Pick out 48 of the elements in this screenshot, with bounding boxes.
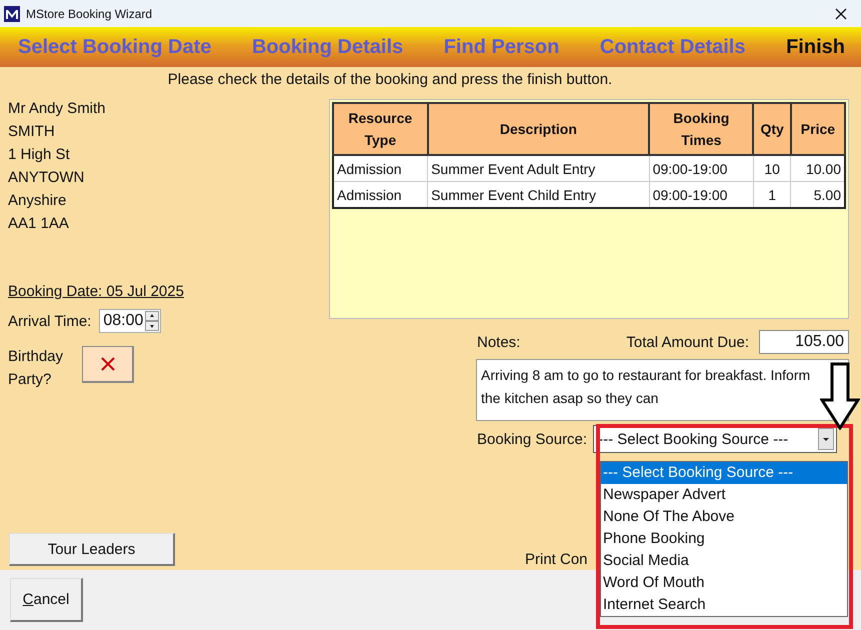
- cross-icon: [100, 356, 116, 372]
- table-cell: Summer Event Adult Entry: [428, 155, 650, 182]
- dropdown-option[interactable]: Internet Search: [601, 594, 847, 616]
- close-icon[interactable]: [835, 8, 847, 20]
- birthday-toggle[interactable]: [82, 346, 134, 382]
- spinner-arrows-icon[interactable]: [145, 311, 160, 331]
- table-cell: 09:00-19:00: [649, 155, 754, 182]
- total-label: Total Amount Due:: [626, 334, 749, 350]
- wizard-step: Find Person: [444, 36, 560, 58]
- dropdown-option[interactable]: Newspaper Advert: [601, 484, 847, 506]
- down-arrow-icon: [820, 362, 860, 430]
- dropdown-caret-icon[interactable]: [818, 428, 834, 450]
- column-header: Description: [428, 103, 650, 155]
- column-header: Qty: [753, 103, 791, 155]
- arrival-time-field[interactable]: 08:00: [99, 309, 162, 333]
- print-confirmation-label: Print Con: [525, 551, 588, 568]
- tour-leaders-button[interactable]: Tour Leaders: [9, 533, 175, 566]
- notes-field[interactable]: Arriving 8 am to go to restaurant for breakfast. Inform the kitchen asap so they can: [476, 359, 849, 421]
- address-line: ANYTOWN: [8, 168, 86, 188]
- dropdown-option[interactable]: None Of The Above: [601, 506, 847, 528]
- birthday-label: Birthday Party?: [8, 347, 64, 390]
- app-logo-icon: [4, 6, 20, 22]
- wizard-step: Select Booking Date: [18, 36, 212, 58]
- dropdown-option[interactable]: Phone Booking: [601, 528, 847, 550]
- column-header: Booking Times: [649, 103, 754, 155]
- address-line: Mr Andy Smith: [8, 99, 107, 119]
- column-header: Resource Type: [333, 103, 428, 155]
- booking-source-label: Booking Source:: [477, 430, 588, 448]
- window-title: MStore Booking Wizard: [26, 6, 154, 20]
- address-line: AA1 1AA: [8, 214, 70, 234]
- column-header: Price: [790, 103, 845, 155]
- booking-date: Booking Date: 05 Jul 2025: [8, 282, 184, 302]
- address-line: Anyshire: [8, 191, 68, 211]
- dropdown-option[interactable]: Word Of Mouth: [601, 572, 847, 594]
- table-cell: 10: [753, 155, 791, 182]
- dropdown-option[interactable]: --- Select Booking Source ---: [601, 462, 847, 484]
- dropdown-option[interactable]: Social Media: [601, 550, 847, 572]
- wizard-step: Finish: [786, 36, 845, 58]
- instruction-text: Please check the details of the booking and press the finish button.: [166, 70, 614, 90]
- arrival-label: Arrival Time:: [8, 312, 92, 330]
- address-line: SMITH: [8, 122, 56, 142]
- address-line: 1 High St: [8, 145, 71, 165]
- total-amount-field[interactable]: 105.00: [759, 330, 849, 354]
- wizard-step: Booking Details: [252, 36, 404, 58]
- cancel-button[interactable]: Cancel: [10, 578, 83, 622]
- notes-label: Notes:: [477, 334, 520, 350]
- table-cell: Admission: [333, 155, 428, 182]
- wizard-step: Contact Details: [600, 36, 746, 58]
